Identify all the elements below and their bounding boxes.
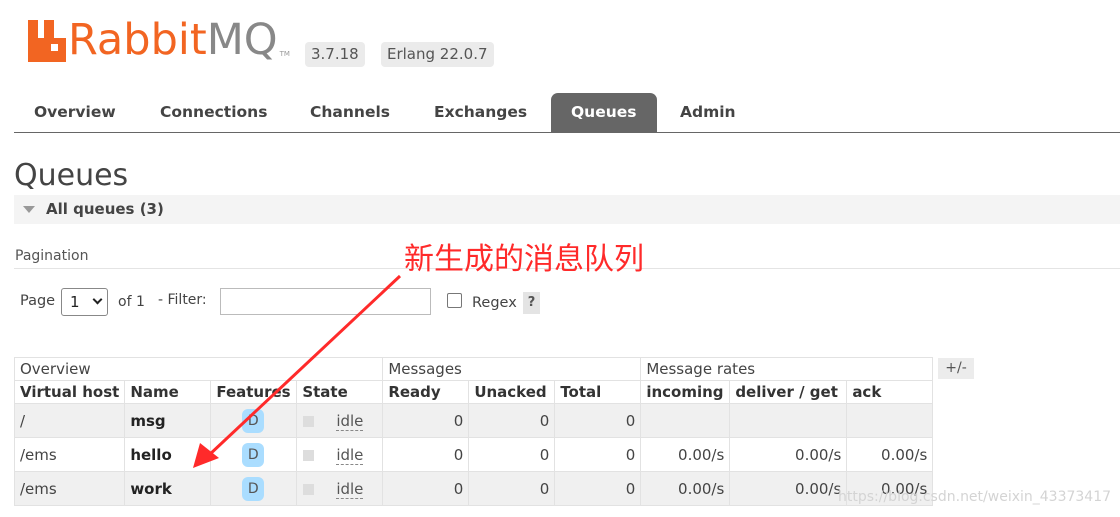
logo-trademark: TM (279, 50, 290, 58)
all-queues-section-toggle[interactable]: All queues (3) (14, 195, 1120, 224)
group-header-message-rates: Message rates (640, 357, 934, 381)
group-header-overview: Overview (13, 357, 384, 381)
rabbitmq-logo-icon (28, 20, 66, 62)
column-header-name[interactable]: Name (124, 380, 212, 404)
tab-connections[interactable]: Connections (140, 93, 287, 132)
cell-ack: 0.00/s (846, 437, 934, 472)
filter-input[interactable] (220, 288, 431, 315)
state-indicator-icon (303, 449, 315, 461)
state-text: idle (336, 411, 364, 431)
rabbitmq-logo[interactable]: RabbitMQ TM (28, 18, 290, 62)
annotation-text: 新生成的消息队列 (404, 242, 644, 277)
cell-deliver-get (729, 403, 848, 438)
durable-badge: D (242, 408, 265, 433)
filter-label: - Filter: (158, 292, 207, 308)
page-title: Queues (14, 158, 129, 193)
cell-ready: 0 (382, 403, 470, 438)
cell-features: D (210, 437, 298, 472)
table-row: / msg D idle 0 0 0 (13, 403, 934, 438)
page-label: Page (20, 293, 56, 309)
cell-state: idle (296, 403, 384, 438)
queues-table: Overview Messages Message rates Virtual … (13, 357, 934, 506)
column-header-ack[interactable]: ack (846, 380, 934, 404)
tab-overview[interactable]: Overview (14, 93, 136, 132)
page-select[interactable]: 1 (61, 288, 108, 316)
cell-state: idle (296, 437, 384, 472)
chevron-down-icon (92, 294, 103, 305)
column-header-features: Features (210, 380, 298, 404)
tab-queues[interactable]: Queues (551, 93, 657, 132)
cell-features: D (210, 471, 298, 506)
collapse-triangle-icon (23, 206, 35, 213)
cell-virtual-host: / (13, 403, 126, 438)
queue-name-link[interactable]: msg (124, 403, 212, 438)
state-text: idle (336, 445, 364, 465)
pagination-heading[interactable]: Pagination (15, 248, 88, 264)
cell-ready: 0 (382, 437, 470, 472)
column-header-virtual-host[interactable]: Virtual host (13, 380, 126, 404)
regex-help-button[interactable]: ? (523, 292, 540, 314)
cell-incoming: 0.00/s (640, 471, 731, 506)
tab-exchanges[interactable]: Exchanges (414, 93, 547, 132)
regex-label: Regex (472, 295, 517, 311)
cell-total: 0 (554, 437, 642, 472)
state-indicator-icon (303, 415, 315, 427)
version-badge: 3.7.18 (305, 42, 365, 67)
table-row: /ems hello D idle 0 0 0 0.00/s 0.00/s 0.… (13, 437, 934, 472)
tab-admin[interactable]: Admin (660, 93, 756, 132)
durable-badge: D (242, 476, 265, 501)
cell-unacked: 0 (468, 403, 556, 438)
cell-virtual-host: /ems (13, 437, 126, 472)
cell-total: 0 (554, 471, 642, 506)
state-indicator-icon (303, 483, 315, 495)
watermark: https://blog.csdn.net/weixin_43373417 (838, 489, 1112, 505)
state-text: idle (336, 479, 364, 499)
cell-state: idle (296, 471, 384, 506)
regex-checkbox[interactable] (447, 293, 462, 308)
tab-channels[interactable]: Channels (290, 93, 410, 132)
cell-ready: 0 (382, 471, 470, 506)
column-header-deliver-get[interactable]: deliver / get (729, 380, 848, 404)
main-nav-tabs: Overview Connections Channels Exchanges … (14, 93, 1120, 133)
cell-ack (846, 403, 934, 438)
group-header-messages: Messages (382, 357, 642, 381)
erlang-version-badge: Erlang 22.0.7 (381, 42, 494, 67)
table-row: /ems work D idle 0 0 0 0.00/s 0.00/s 0.0… (13, 471, 934, 506)
logo-wordmark: RabbitMQ (68, 15, 278, 65)
page-of-label: of 1 (118, 294, 145, 310)
cell-incoming (640, 403, 731, 438)
queue-name-link[interactable]: hello (124, 437, 212, 472)
column-header-unacked[interactable]: Unacked (468, 380, 556, 404)
cell-deliver-get: 0.00/s (729, 471, 848, 506)
column-header-ready[interactable]: Ready (382, 380, 470, 404)
cell-features: D (210, 403, 298, 438)
queue-name-link[interactable]: work (124, 471, 212, 506)
column-header-state[interactable]: State (296, 380, 384, 404)
toggle-columns-button[interactable]: +/- (938, 358, 974, 379)
column-header-incoming[interactable]: incoming (640, 380, 731, 404)
cell-deliver-get: 0.00/s (729, 437, 848, 472)
section-label: All queues (3) (46, 200, 164, 218)
cell-unacked: 0 (468, 471, 556, 506)
cell-incoming: 0.00/s (640, 437, 731, 472)
column-header-total[interactable]: Total (554, 380, 642, 404)
durable-badge: D (242, 442, 265, 467)
cell-total: 0 (554, 403, 642, 438)
cell-virtual-host: /ems (13, 471, 126, 506)
cell-unacked: 0 (468, 437, 556, 472)
page-select-value: 1 (70, 293, 80, 311)
